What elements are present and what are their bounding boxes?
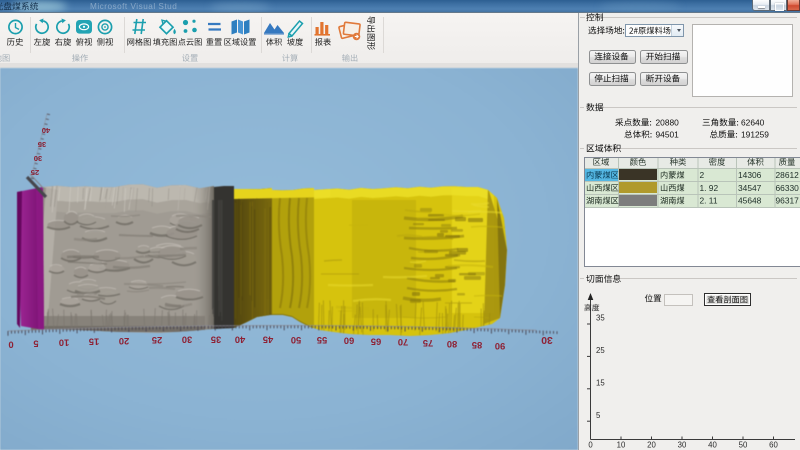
svg-text:0: 0 xyxy=(8,340,13,351)
svg-text:35: 35 xyxy=(211,335,221,346)
svg-text:70: 70 xyxy=(398,337,408,348)
svg-text:10: 10 xyxy=(617,441,626,450)
svg-text:10: 10 xyxy=(59,338,69,349)
svg-text:34547: 34547 xyxy=(738,183,762,193)
svg-text:35: 35 xyxy=(596,314,605,323)
svg-text:20880: 20880 xyxy=(656,118,680,128)
svg-text:35: 35 xyxy=(37,140,46,149)
svg-text:62640: 62640 xyxy=(741,118,765,128)
svg-text:30: 30 xyxy=(678,441,687,450)
svg-text:191259: 191259 xyxy=(741,130,769,140)
svg-text:60: 60 xyxy=(769,441,778,450)
svg-text:28612: 28612 xyxy=(776,170,800,180)
svg-text:50: 50 xyxy=(739,441,748,450)
svg-text:40: 40 xyxy=(42,126,51,135)
svg-text:30: 30 xyxy=(541,334,553,345)
svg-text:20: 20 xyxy=(119,336,129,347)
svg-text:5: 5 xyxy=(596,411,601,420)
svg-text:14306: 14306 xyxy=(738,170,762,180)
svg-text:30: 30 xyxy=(34,154,43,163)
svg-text:90: 90 xyxy=(495,341,505,352)
svg-text:94501: 94501 xyxy=(656,130,680,140)
svg-text:Microsoft Visual Stud: Microsoft Visual Stud xyxy=(90,2,177,11)
svg-text:85: 85 xyxy=(472,340,482,351)
svg-text:20: 20 xyxy=(647,441,656,450)
svg-text:5: 5 xyxy=(33,339,38,350)
svg-text:25: 25 xyxy=(30,168,39,177)
svg-text:0: 0 xyxy=(588,441,593,450)
svg-text:25: 25 xyxy=(152,335,162,346)
svg-text:66330: 66330 xyxy=(776,183,800,193)
svg-text:96317: 96317 xyxy=(776,196,800,206)
svg-text:45: 45 xyxy=(263,335,273,346)
svg-text:45648: 45648 xyxy=(738,196,762,206)
svg-text:30: 30 xyxy=(182,335,192,346)
svg-text:15: 15 xyxy=(89,337,99,348)
svg-text:80: 80 xyxy=(447,339,457,350)
svg-text:40: 40 xyxy=(235,335,245,346)
svg-text:65: 65 xyxy=(371,336,381,347)
svg-text:50: 50 xyxy=(291,335,301,346)
svg-text:40: 40 xyxy=(708,441,717,450)
svg-text:75: 75 xyxy=(423,338,433,349)
svg-text:1. 92: 1. 92 xyxy=(700,183,719,193)
svg-text:55: 55 xyxy=(317,335,327,346)
svg-text:2. 11: 2. 11 xyxy=(700,196,718,206)
svg-text:25: 25 xyxy=(596,346,605,355)
svg-text:15: 15 xyxy=(596,379,605,388)
svg-text:60: 60 xyxy=(344,336,354,347)
svg-text:2: 2 xyxy=(700,170,705,180)
